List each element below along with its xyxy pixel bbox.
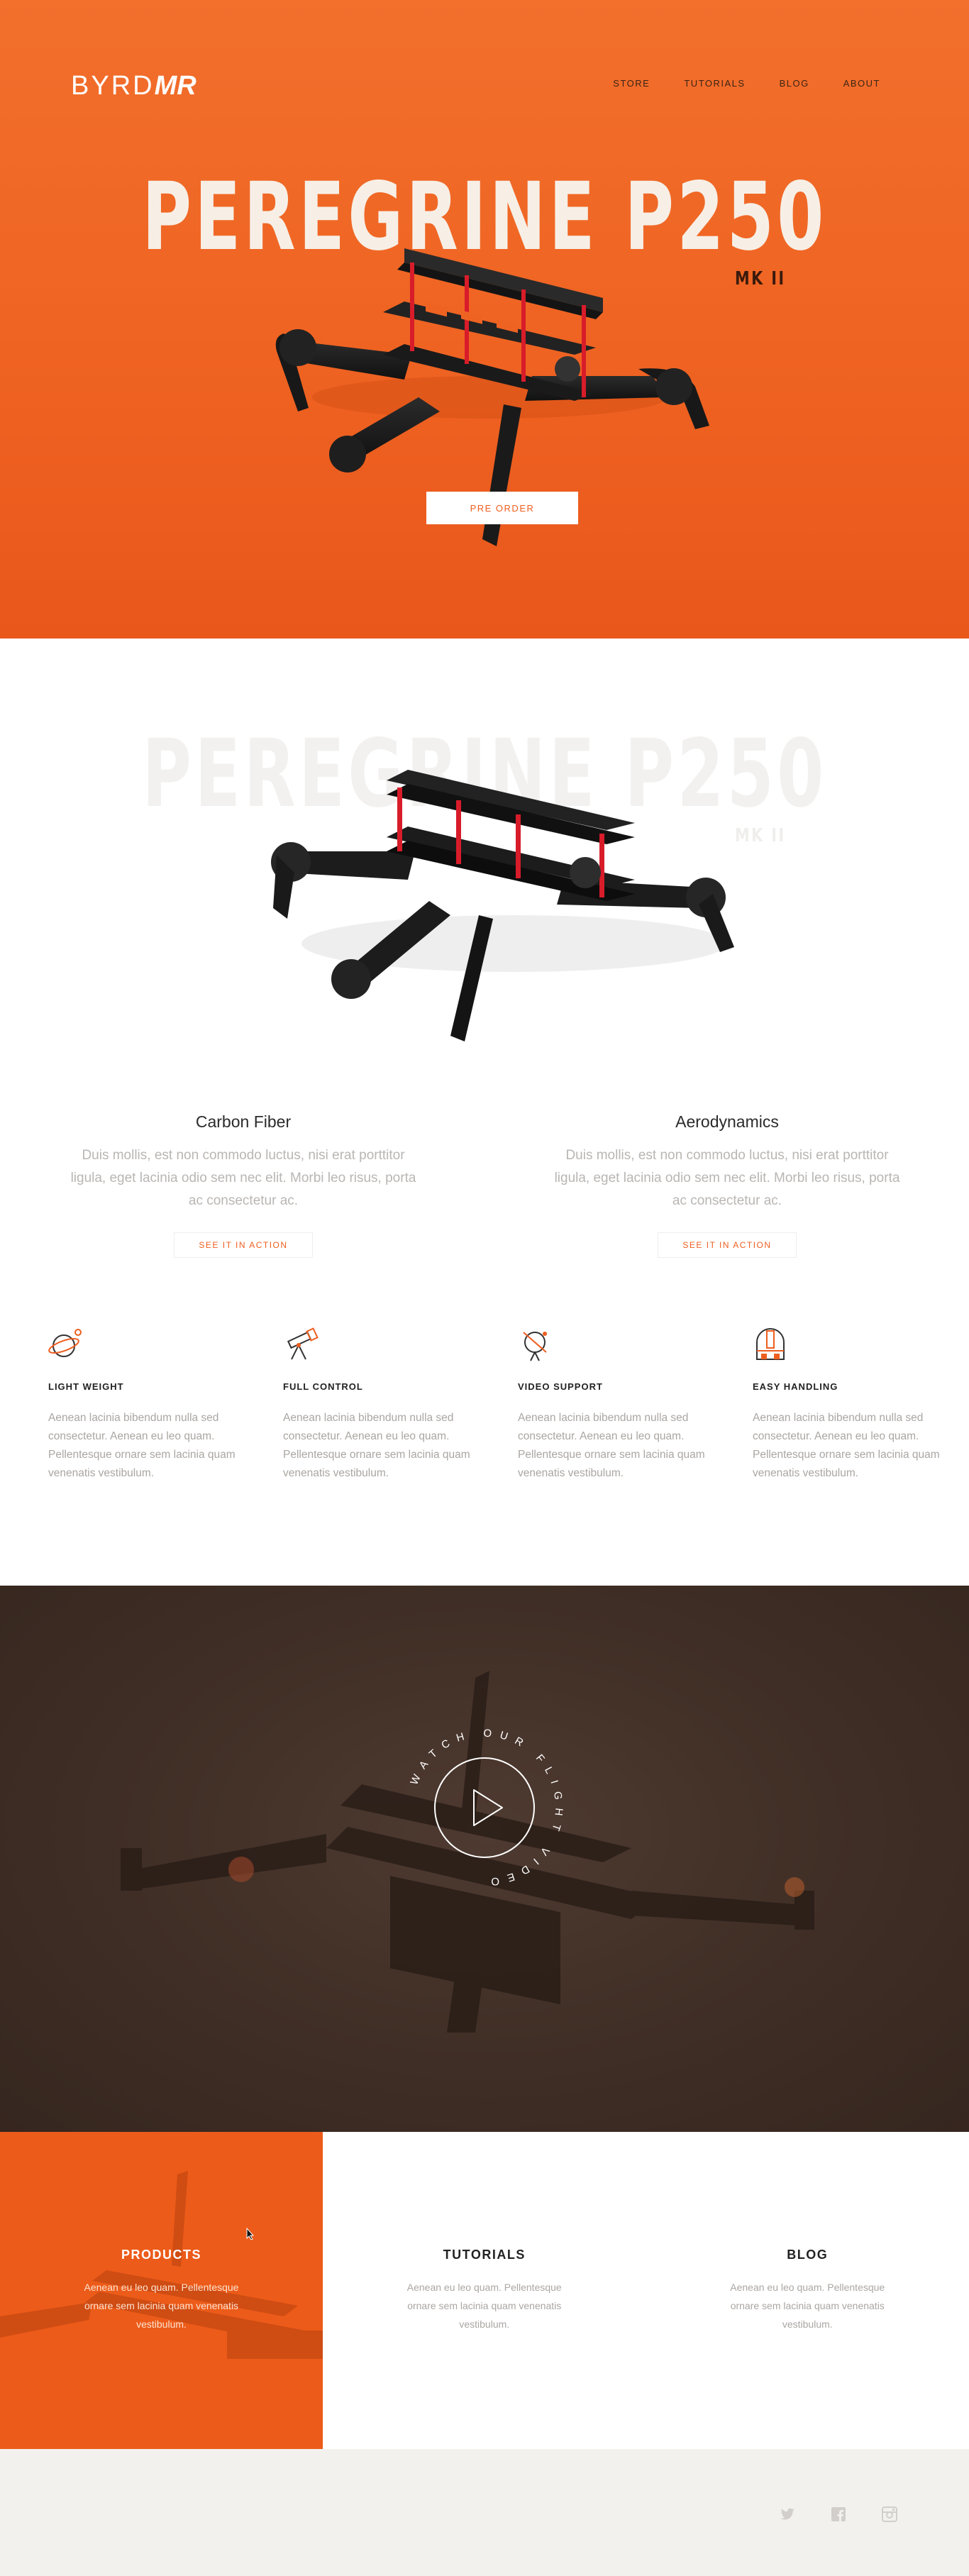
nav-tutorials[interactable]: TUTORIALS <box>684 78 745 89</box>
property-video-support: VIDEO SUPPORT Aenean lacinia bibendum nu… <box>518 1327 753 1483</box>
see-in-action-button[interactable]: SEE IT IN ACTION <box>658 1232 797 1258</box>
feature-aerodynamics: Aerodynamics Duis mollis, est non commod… <box>550 1112 904 1258</box>
nav-about[interactable]: ABOUT <box>843 78 880 89</box>
play-video-button[interactable]: WATCH OUR FLIGHT VIDEO <box>397 1720 572 1895</box>
top-nav: STORE TUTORIALS BLOG ABOUT <box>613 78 880 89</box>
planet-icon <box>48 1329 82 1357</box>
nav-blog[interactable]: BLOG <box>780 78 809 89</box>
tile-products[interactable]: PRODUCTS Aenean eu leo quam. Pellentesqu… <box>0 2132 323 2449</box>
tile-title: TUTORIALS <box>443 2248 526 2262</box>
tile-text: Aenean eu leo quam. Pellentesque ornare … <box>84 2282 239 2330</box>
property-title: LIGHT WEIGHT <box>48 1381 124 1392</box>
property-light-weight: LIGHT WEIGHT Aenean lacinia bibendum nul… <box>48 1327 283 1483</box>
video-ring-text: WATCH OUR FLIGHT VIDEO <box>408 1727 557 1888</box>
tile-title: BLOG <box>787 2248 829 2262</box>
product-section: PEREGRINE P250 MK II Carbon Fiber Duis m… <box>0 639 969 1586</box>
property-text: Aenean lacinia bibendum nulla sed consec… <box>48 1412 236 1479</box>
feature-title: Aerodynamics <box>675 1112 779 1131</box>
facebook-icon[interactable] <box>830 2506 847 2523</box>
brand-logo[interactable]: BYRDMR <box>71 71 196 101</box>
feature-text: Duis mollis, est non commodo luctus, nis… <box>70 1148 416 1208</box>
feature-title: Carbon Fiber <box>195 1112 292 1131</box>
mouse-cursor-icon <box>246 2228 255 2240</box>
svg-text:WATCH OUR FLIGHT VIDEO: WATCH OUR FLIGHT VIDEO <box>408 1727 565 1888</box>
tile-blog[interactable]: BLOG Aenean eu leo quam. Pellentesque or… <box>646 2132 969 2449</box>
drone-product-image <box>271 770 734 1041</box>
hero-subtitle: MK II <box>735 268 786 289</box>
tile-title: PRODUCTS <box>121 2248 201 2262</box>
property-full-control: FULL CONTROL Aenean lacinia bibendum nul… <box>283 1327 518 1483</box>
hero-section: BYRDMR STORE TUTORIALS BLOG ABOUT PEREGR… <box>0 0 969 639</box>
telescope-icon <box>287 1327 319 1360</box>
property-title: VIDEO SUPPORT <box>518 1381 603 1392</box>
property-title: EASY HANDLING <box>753 1381 838 1392</box>
property-title: FULL CONTROL <box>283 1381 363 1392</box>
logo-accent: MR <box>154 71 196 101</box>
logo-main: BYRD <box>71 71 155 101</box>
feature-text: Duis mollis, est non commodo luctus, nis… <box>554 1148 900 1208</box>
footer <box>0 2449 969 2576</box>
tile-text: Aenean eu leo quam. Pellentesque ornare … <box>730 2282 885 2330</box>
satellite-icon <box>523 1332 547 1361</box>
link-tiles: PRODUCTS Aenean eu leo quam. Pellentesqu… <box>0 2132 969 2449</box>
feature-carbon-fiber: Carbon Fiber Duis mollis, est non commod… <box>66 1112 421 1258</box>
nav-store[interactable]: STORE <box>613 78 650 89</box>
twitter-icon[interactable] <box>779 2506 796 2523</box>
property-text: Aenean lacinia bibendum nulla sed consec… <box>283 1412 470 1479</box>
preorder-button[interactable]: PRE ORDER <box>426 492 578 524</box>
social-links <box>779 2506 898 2523</box>
play-icon <box>473 1789 503 1826</box>
video-section: WATCH OUR FLIGHT VIDEO <box>0 1586 969 2132</box>
property-text: Aenean lacinia bibendum nulla sed consec… <box>753 1412 940 1479</box>
tile-tutorials[interactable]: TUTORIALS Aenean eu leo quam. Pellentesq… <box>323 2132 646 2449</box>
observatory-icon <box>756 1328 785 1360</box>
property-easy-handling: EASY HANDLING Aenean lacinia bibendum nu… <box>753 1327 969 1483</box>
see-in-action-button[interactable]: SEE IT IN ACTION <box>174 1232 313 1258</box>
instagram-icon[interactable] <box>881 2506 898 2523</box>
property-text: Aenean lacinia bibendum nulla sed consec… <box>518 1412 705 1479</box>
tile-text: Aenean eu leo quam. Pellentesque ornare … <box>406 2282 562 2330</box>
properties-row: LIGHT WEIGHT Aenean lacinia bibendum nul… <box>48 1327 969 1483</box>
